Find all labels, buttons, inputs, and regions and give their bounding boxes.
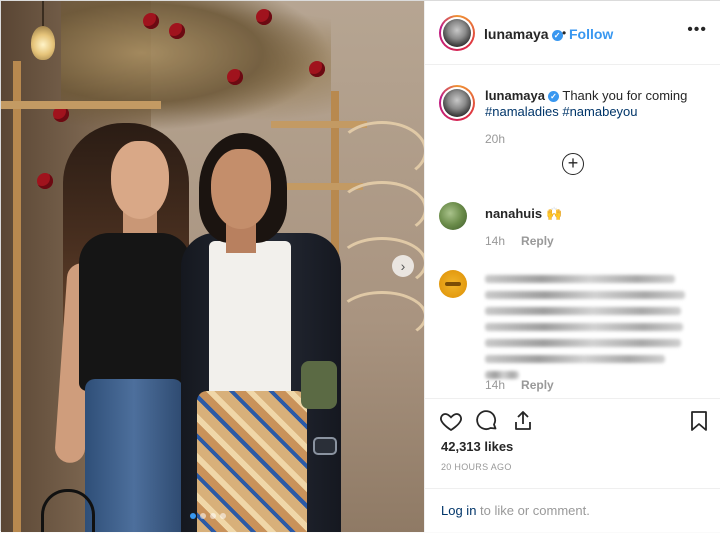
comment-time: 14h: [485, 234, 506, 248]
plus-circle-icon[interactable]: +: [562, 153, 584, 175]
comment-avatar[interactable]: [439, 270, 467, 298]
shelf-post: [13, 61, 21, 532]
hashtag-link[interactable]: #namabeyou: [562, 104, 637, 119]
comment-icon[interactable]: [475, 409, 499, 433]
person-left-shirt: [79, 233, 191, 391]
caption-text: lunamaya ✓ Thank you for coming #namaladi…: [485, 88, 709, 120]
post-header: lunamaya ✓ • Follow •••: [425, 1, 720, 65]
raised-hands-emoji: 🙌: [546, 206, 563, 221]
carousel-dot: [210, 513, 216, 519]
rose: [37, 173, 53, 189]
login-link[interactable]: Log in: [441, 503, 476, 518]
decorative-curl: [337, 121, 424, 181]
decorative-curl: [337, 181, 424, 237]
decorative-curl: [337, 291, 424, 341]
header-username[interactable]: lunamaya ✓: [484, 26, 563, 42]
instagram-post-embed: › lunamaya ✓ • Follow ••• lunamaya ✓ Thank…: [0, 0, 720, 532]
carousel-dot: [220, 513, 226, 519]
reply-button[interactable]: Reply: [521, 234, 554, 248]
login-prompt: Log in to like or comment.: [425, 488, 720, 533]
rose: [143, 13, 159, 29]
handbag: [41, 489, 95, 532]
carousel-dots: [190, 513, 226, 519]
like-count[interactable]: 42,313 likes: [441, 439, 513, 454]
separator: •: [562, 26, 567, 40]
post-timestamp: 20 HOURS AGO: [441, 462, 512, 472]
more-options-icon[interactable]: •••: [687, 21, 707, 39]
bulb-wire: [42, 1, 44, 27]
caption-timestamp: 20h: [485, 132, 506, 146]
comment-time: 14h: [485, 378, 506, 392]
rose: [169, 23, 185, 39]
hashtag-link[interactable]: #namaladies: [485, 104, 559, 119]
carousel-dot: [200, 513, 206, 519]
light-bulb: [31, 26, 55, 60]
batik-skirt: [197, 391, 307, 532]
profile-photo: [443, 19, 471, 47]
chevron-right-icon[interactable]: ›: [392, 255, 414, 277]
follow-button[interactable]: Follow: [569, 26, 613, 42]
login-prompt-text: to like or comment.: [476, 503, 590, 518]
caption-body: Thank you for coming: [562, 88, 688, 103]
comment-meta: 14h Reply: [485, 234, 554, 248]
comment-username: nanahuis 🙌: [485, 206, 562, 222]
verified-badge-icon: ✓: [551, 30, 563, 41]
person-right-face: [211, 149, 271, 229]
person-left-jeans: [85, 379, 183, 532]
profile-photo: [443, 89, 471, 117]
caption-avatar[interactable]: [439, 85, 475, 121]
caption-username[interactable]: lunamaya ✓: [485, 88, 559, 103]
carousel-dot-active: [190, 513, 196, 519]
rose: [309, 61, 325, 77]
heart-icon[interactable]: [439, 409, 463, 433]
bookmark-icon[interactable]: [687, 409, 711, 433]
share-icon[interactable]: [511, 409, 535, 433]
post-photo[interactable]: ›: [1, 1, 424, 532]
comment-avatar[interactable]: [439, 202, 467, 230]
reply-button[interactable]: Reply: [521, 378, 554, 392]
blurred-comment-text: [485, 270, 695, 387]
rose: [256, 9, 272, 25]
person-right-sleeve: [301, 361, 337, 409]
comment-meta: 14h Reply: [485, 378, 554, 392]
action-bar: 42,313 likes 20 HOURS AGO Log in to like…: [425, 398, 720, 532]
post-side-panel: lunamaya ✓ • Follow ••• lunamaya ✓ Thank y…: [424, 1, 720, 532]
dried-flower-arrangement: [61, 1, 331, 131]
person-left-face: [111, 141, 169, 219]
verified-badge-icon: ✓: [547, 91, 559, 102]
avatar[interactable]: [439, 15, 475, 51]
comment-username-text[interactable]: nanahuis: [485, 206, 542, 221]
rose: [227, 69, 243, 85]
wristwatch: [313, 437, 337, 455]
shelf-board: [1, 101, 161, 109]
